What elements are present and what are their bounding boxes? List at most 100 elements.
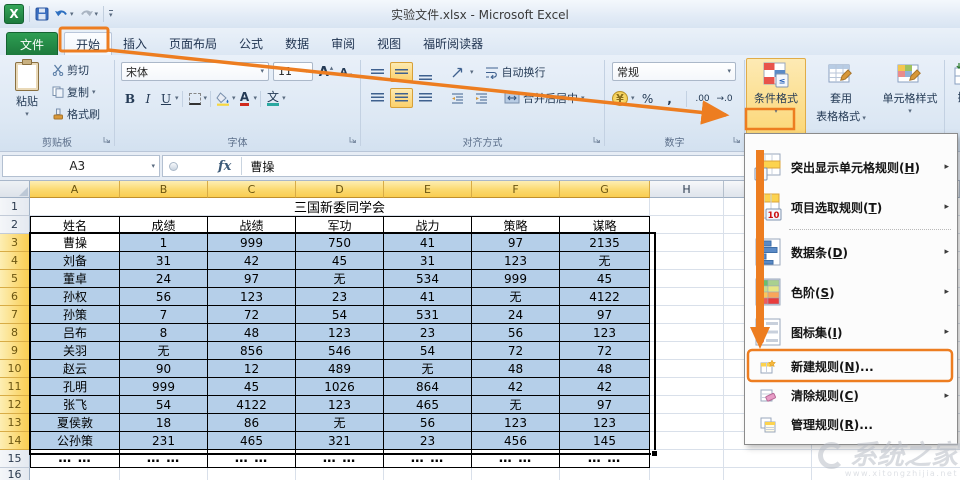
menu-item-highlight-cells-rules[interactable]: ≤突出显示单元格规则(H)▸ bbox=[745, 147, 957, 187]
column-header-B[interactable]: B bbox=[120, 181, 208, 198]
cell-D7[interactable]: 54 bbox=[296, 306, 384, 324]
font-dialog-launcher-icon[interactable] bbox=[349, 129, 357, 148]
cell-H2[interactable] bbox=[650, 216, 724, 234]
cell-D9[interactable]: 546 bbox=[296, 342, 384, 360]
cell-D4[interactable]: 45 bbox=[296, 252, 384, 270]
cell-H4[interactable] bbox=[650, 252, 724, 270]
decrease-decimal-button[interactable]: →.0 bbox=[716, 88, 734, 109]
percent-style-button[interactable]: % bbox=[639, 88, 657, 109]
header-cell-3[interactable]: 战绩 bbox=[208, 216, 296, 234]
row-header-12[interactable]: 12 bbox=[0, 396, 30, 414]
cell-G4[interactable]: 无 bbox=[560, 252, 650, 270]
cell-G11[interactable]: 42 bbox=[560, 378, 650, 396]
cell-C13[interactable]: 86 bbox=[208, 414, 296, 432]
cell-E13[interactable]: 56 bbox=[384, 414, 472, 432]
cell-r16-7[interactable] bbox=[560, 468, 650, 480]
cell-r16-2[interactable] bbox=[120, 468, 208, 480]
cell-C9[interactable]: 856 bbox=[208, 342, 296, 360]
cell-G13[interactable]: 123 bbox=[560, 414, 650, 432]
cell-F6[interactable]: 无 bbox=[472, 288, 560, 306]
cell-A10[interactable]: 赵云 bbox=[30, 360, 120, 378]
borders-dropdown-icon[interactable]: ▾ bbox=[204, 95, 208, 102]
cell-H10[interactable] bbox=[650, 360, 724, 378]
cell-G14[interactable]: 145 bbox=[560, 432, 650, 450]
row-header-2[interactable]: 2 bbox=[0, 216, 30, 234]
row-header-4[interactable]: 4 bbox=[0, 252, 30, 270]
align-center-button[interactable] bbox=[390, 88, 413, 108]
undo-dropdown-icon[interactable]: ▾ bbox=[70, 11, 74, 18]
cell-H11[interactable] bbox=[650, 378, 724, 396]
cell-B13[interactable]: 18 bbox=[120, 414, 208, 432]
cell-r16-1[interactable] bbox=[30, 468, 120, 480]
header-cell-2[interactable]: 成绩 bbox=[120, 216, 208, 234]
cell-A11[interactable]: 孔明 bbox=[30, 378, 120, 396]
row-header-9[interactable]: 9 bbox=[0, 342, 30, 360]
cell-D11[interactable]: 1026 bbox=[296, 378, 384, 396]
cell-F14[interactable]: 456 bbox=[472, 432, 560, 450]
cell-r16-10[interactable] bbox=[812, 468, 960, 480]
cell-E4[interactable]: 31 bbox=[384, 252, 472, 270]
cell-H9[interactable] bbox=[650, 342, 724, 360]
row-header-3[interactable]: 3 bbox=[0, 234, 30, 252]
align-left-button[interactable] bbox=[366, 88, 389, 108]
formula-bar-grip[interactable] bbox=[169, 162, 178, 171]
row-header-1[interactable]: 1 bbox=[0, 198, 30, 216]
format-as-table-button[interactable]: 套用 表格格式 ▾ bbox=[806, 58, 876, 144]
align-bottom-button[interactable] bbox=[414, 62, 437, 82]
cell-r16-3[interactable] bbox=[208, 468, 296, 480]
cell-C10[interactable]: 12 bbox=[208, 360, 296, 378]
cell-D14[interactable]: 321 bbox=[296, 432, 384, 450]
font-color-dropdown-icon[interactable]: ▾ bbox=[254, 95, 258, 102]
cell-D8[interactable]: 123 bbox=[296, 324, 384, 342]
cell-G6[interactable]: 4122 bbox=[560, 288, 650, 306]
menu-item-icon-sets[interactable]: 图标集(I)▸ bbox=[745, 312, 957, 352]
paste-dropdown-icon[interactable]: ▾ bbox=[25, 111, 29, 118]
redo-button[interactable]: ▾ bbox=[79, 8, 99, 20]
column-header-F[interactable]: F bbox=[472, 181, 560, 198]
cell-E9[interactable]: 54 bbox=[384, 342, 472, 360]
font-color-button[interactable]: A bbox=[236, 88, 254, 109]
cell-styles-button[interactable]: 单元格样式 ▾ bbox=[876, 58, 944, 144]
row-header-14[interactable]: 14 bbox=[0, 432, 30, 450]
cell-F3[interactable]: 97 bbox=[472, 234, 560, 252]
cell-C8[interactable]: 48 bbox=[208, 324, 296, 342]
menu-item-manage-rules[interactable]: 管理规则(R)... bbox=[745, 410, 957, 439]
shrink-font-button[interactable]: A▾ bbox=[337, 62, 355, 83]
clipboard-dialog-launcher-icon[interactable] bbox=[103, 129, 111, 148]
tab-insert[interactable]: 插入 bbox=[112, 32, 158, 55]
cell-A12[interactable]: 张飞 bbox=[30, 396, 120, 414]
cell-C15[interactable]: … … bbox=[208, 450, 296, 468]
cell-D12[interactable]: 123 bbox=[296, 396, 384, 414]
align-right-button[interactable] bbox=[414, 88, 437, 108]
cell-E10[interactable]: 无 bbox=[384, 360, 472, 378]
cell-F12[interactable]: 无 bbox=[472, 396, 560, 414]
format-painter-button[interactable]: 格式刷 bbox=[52, 106, 100, 122]
cell-F4[interactable]: 123 bbox=[472, 252, 560, 270]
cell-B9[interactable]: 无 bbox=[120, 342, 208, 360]
tab-view[interactable]: 视图 bbox=[366, 32, 412, 55]
qat-customize-button[interactable]: ▾ bbox=[109, 10, 113, 19]
cell-D3[interactable]: 750 bbox=[296, 234, 384, 252]
font-size-select[interactable]: 11 ▾ bbox=[273, 62, 313, 81]
cell-A14[interactable]: 公孙策 bbox=[30, 432, 120, 450]
cell-E11[interactable]: 864 bbox=[384, 378, 472, 396]
cell-B15[interactable]: … … bbox=[120, 450, 208, 468]
column-header-G[interactable]: G bbox=[560, 181, 650, 198]
column-header-E[interactable]: E bbox=[384, 181, 472, 198]
cell-B5[interactable]: 24 bbox=[120, 270, 208, 288]
comma-style-button[interactable]: , bbox=[661, 88, 679, 109]
cell-B7[interactable]: 7 bbox=[120, 306, 208, 324]
header-cell-4[interactable]: 军功 bbox=[296, 216, 384, 234]
cell-E7[interactable]: 531 bbox=[384, 306, 472, 324]
cell-H15[interactable] bbox=[650, 450, 724, 468]
row-header-8[interactable]: 8 bbox=[0, 324, 30, 342]
tab-home[interactable]: 开始 bbox=[64, 32, 112, 55]
phonetic-dropdown-icon[interactable]: ▾ bbox=[282, 95, 286, 102]
cell-B14[interactable]: 231 bbox=[120, 432, 208, 450]
row-header-15[interactable]: 15 bbox=[0, 450, 30, 468]
cell-B6[interactable]: 56 bbox=[120, 288, 208, 306]
row-header-16[interactable]: 16 bbox=[0, 468, 30, 480]
cell-A5[interactable]: 董卓 bbox=[30, 270, 120, 288]
cell-I15[interactable] bbox=[724, 450, 812, 468]
tab-foxit[interactable]: 福昕阅读器 bbox=[412, 32, 494, 55]
